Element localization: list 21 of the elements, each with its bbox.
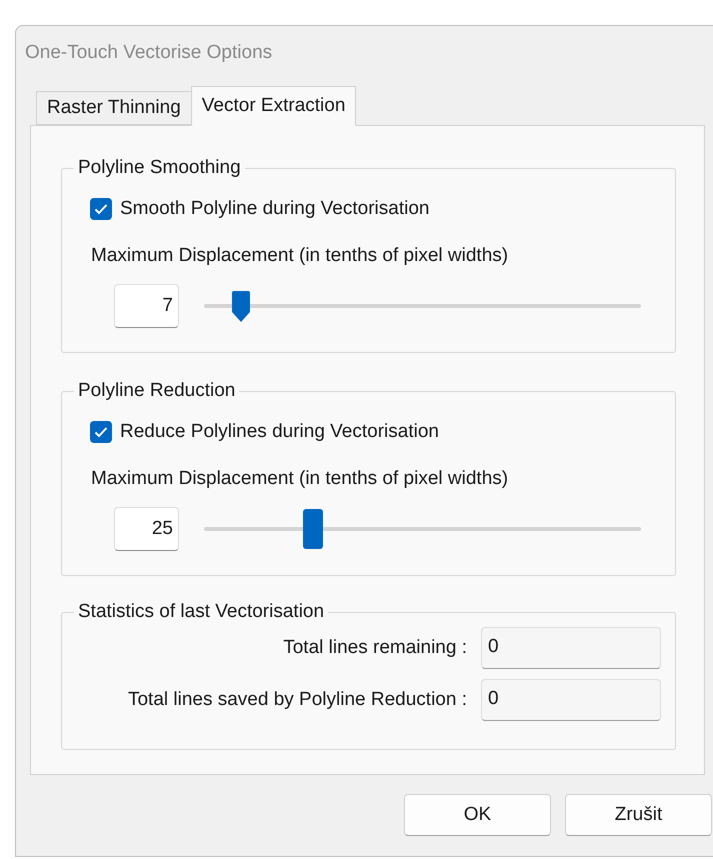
checkbox-label: Reduce Polylines during Vectorisation — [120, 420, 439, 444]
number-field[interactable]: 25 — [114, 507, 179, 551]
tab[interactable]: Raster Thinning — [36, 91, 191, 125]
field-label: Maximum Displacement (in tenths of pixel widths) — [91, 244, 510, 268]
check-icon — [94, 203, 108, 216]
field-label: Maximum Displacement (in tenths of pixel widths) — [91, 466, 510, 490]
tab[interactable]: Vector Extraction — [190, 86, 356, 126]
dialog-button[interactable]: Zrušit — [565, 794, 712, 836]
stat-field: 0 — [481, 627, 661, 669]
checkbox[interactable] — [90, 421, 112, 444]
stat-field: 0 — [481, 679, 661, 721]
checkbox-label: Smooth Polyline during Vectorisation — [120, 197, 430, 221]
slider-thumb[interactable] — [230, 290, 252, 324]
slider-thumb[interactable] — [303, 509, 324, 549]
check-icon — [94, 426, 108, 438]
dialog-button[interactable]: OK — [404, 794, 551, 836]
stat-label: Total lines remaining : — [283, 636, 467, 660]
stat-label: Total lines saved by Polyline Reduction : — [128, 688, 467, 712]
checkbox[interactable] — [90, 198, 112, 220]
number-field[interactable]: 7 — [114, 284, 179, 328]
window-title: One-Touch Vectorise Options — [25, 41, 272, 66]
